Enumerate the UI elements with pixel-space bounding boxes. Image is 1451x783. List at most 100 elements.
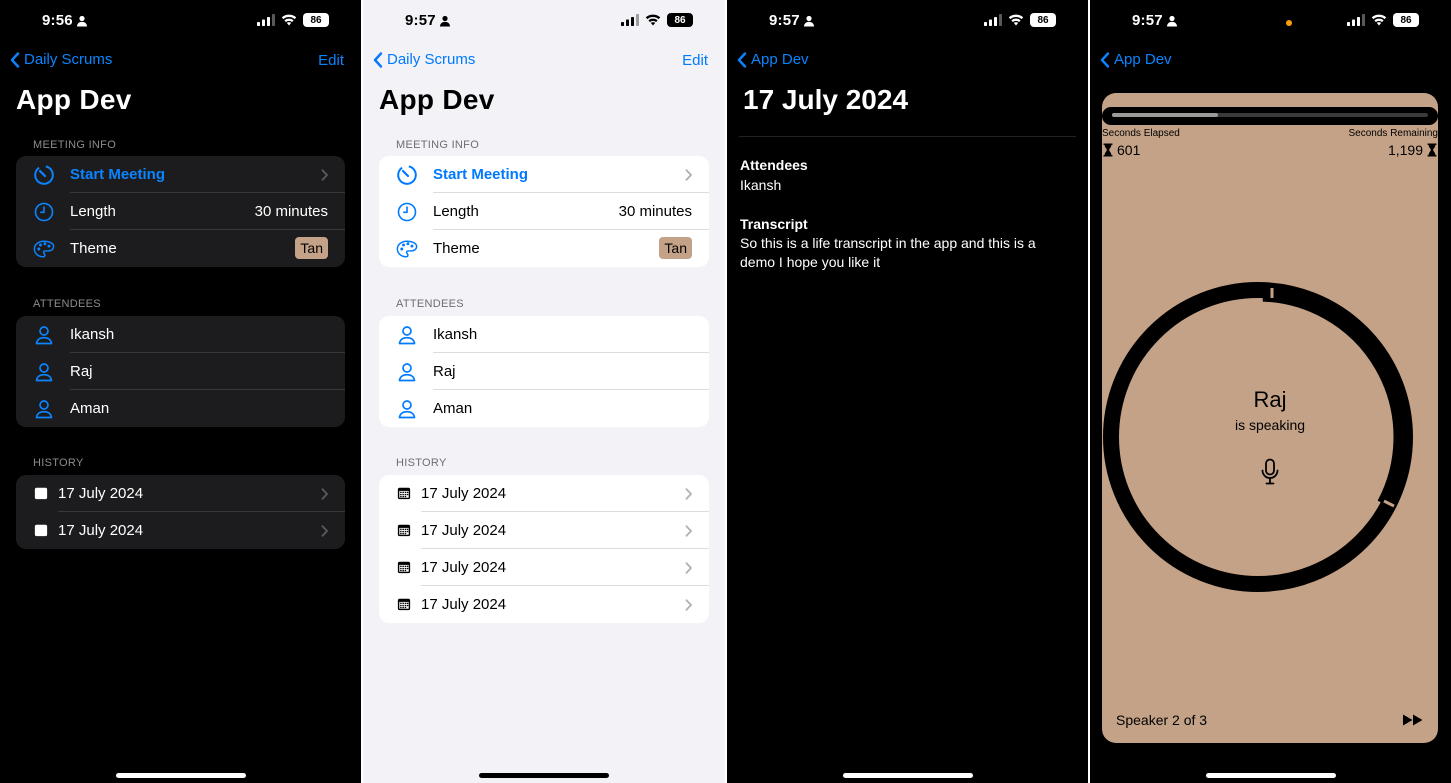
chevron-right-icon: [685, 488, 693, 500]
history-row[interactable]: 17 July 2024: [379, 512, 709, 549]
edit-button[interactable]: Edit: [682, 52, 708, 69]
attendee-row: Aman: [379, 390, 709, 427]
chevron-right-icon: [321, 525, 329, 537]
length-value: 30 minutes: [254, 203, 328, 220]
speaker-count: Speaker 2 of 3: [1116, 712, 1208, 728]
person-icon: [33, 398, 55, 420]
home-indicator[interactable]: [479, 773, 609, 778]
person-icon: [396, 361, 418, 383]
person-icon: [33, 361, 55, 383]
status-bar: 9:57 86: [363, 10, 725, 34]
status-time: 9:57: [1132, 12, 1178, 29]
history-row[interactable]: 17 July 2024: [16, 512, 345, 549]
meeting-info-group: Start Meeting Length 30 minutes Theme Ta…: [379, 156, 709, 267]
history-date: 17 July 2024: [421, 485, 507, 502]
page-title: App Dev: [16, 84, 132, 115]
page-title: 17 July 2024: [743, 84, 909, 115]
calendar-icon: [34, 486, 48, 500]
back-button[interactable]: App Dev: [1100, 51, 1172, 68]
signal-icon: [621, 14, 639, 26]
chevron-left-icon: [737, 52, 747, 68]
meeting-info-group: Start Meeting Length 30 minutes Theme Ta…: [16, 156, 345, 267]
back-label: Daily Scrums: [387, 51, 476, 68]
chevron-left-icon: [373, 52, 383, 68]
attendee-name: Ikansh: [433, 326, 478, 343]
battery-indicator: 86: [1030, 13, 1056, 27]
theme-row: Theme Tan: [16, 230, 345, 267]
wifi-icon: [281, 14, 297, 26]
calendar-icon: [397, 523, 411, 537]
transcript-text-line-1: So this is a life transcript in the app …: [740, 235, 1036, 251]
home-indicator[interactable]: [115, 773, 246, 778]
section-header-attendees: ATTENDEES: [33, 298, 101, 310]
back-label: App Dev: [751, 51, 809, 68]
back-button[interactable]: Daily Scrums: [10, 51, 112, 68]
nav-bar: Daily Scrums Edit: [363, 50, 725, 72]
length-value: 30 minutes: [618, 203, 692, 220]
battery-indicator: 86: [667, 13, 693, 27]
chevron-right-icon: [685, 525, 693, 537]
person-icon: [76, 15, 88, 27]
attendee-row: Ikansh: [379, 316, 709, 353]
status-bar: 9:57 86: [1090, 10, 1451, 34]
battery-indicator: 86: [303, 13, 329, 27]
status-bar: 9:56 86: [0, 10, 361, 34]
history-date: 17 July 2024: [421, 596, 507, 613]
person-icon: [1166, 15, 1178, 27]
theme-label: Theme: [70, 240, 117, 257]
attendee-row: Raj: [16, 353, 345, 390]
mic-icon: [1259, 458, 1281, 486]
start-meeting-row[interactable]: Start Meeting: [16, 156, 345, 193]
chevron-left-icon: [10, 52, 20, 68]
transcript-heading: Transcript: [740, 216, 808, 232]
section-header-history: HISTORY: [33, 457, 84, 469]
attendee-name: Aman: [433, 400, 473, 417]
person-icon: [396, 398, 418, 420]
history-row[interactable]: 17 July 2024: [16, 475, 345, 512]
calendar-icon: [397, 597, 411, 611]
wifi-icon: [1371, 14, 1387, 26]
section-header-attendees: ATTENDEES: [396, 298, 464, 310]
attendees-heading: Attendees: [740, 157, 808, 173]
calendar-icon: [397, 486, 411, 500]
attendee-row: Ikansh: [16, 316, 345, 353]
timer-icon: [396, 164, 418, 186]
forward-icon[interactable]: [1402, 713, 1424, 727]
home-indicator[interactable]: [842, 773, 973, 778]
history-row[interactable]: 17 July 2024: [379, 475, 709, 512]
status-time: 9:57: [769, 12, 815, 29]
timer-ring: [1103, 282, 1413, 592]
battery-indicator: 86: [1393, 13, 1419, 27]
start-meeting-row[interactable]: Start Meeting: [379, 156, 709, 193]
signal-icon: [984, 14, 1002, 26]
back-button[interactable]: Daily Scrums: [373, 51, 475, 68]
divider: [739, 136, 1076, 137]
chevron-right-icon: [685, 599, 693, 611]
history-date: 17 July 2024: [421, 522, 507, 539]
person-icon: [439, 15, 451, 27]
meeting-card: Seconds Elapsed 601 Seconds Remaining 1,…: [1102, 93, 1438, 743]
history-date: 17 July 2024: [58, 485, 144, 502]
nav-bar: App Dev: [1090, 50, 1451, 72]
screen-history-detail: 9:57 86 App Dev 17 July 2024 Attendees I…: [727, 0, 1088, 783]
person-icon: [33, 324, 55, 346]
wifi-icon: [1008, 14, 1024, 26]
history-row[interactable]: 17 July 2024: [379, 549, 709, 586]
theme-row: Theme Tan: [379, 230, 709, 267]
chevron-right-icon: [685, 169, 693, 181]
history-row[interactable]: 17 July 2024: [379, 586, 709, 623]
clock-icon: [396, 201, 418, 223]
transcript-text-line-2: demo I hope you like it: [740, 254, 881, 270]
section-header-meeting-info: MEETING INFO: [396, 139, 480, 151]
nav-bar: App Dev: [727, 50, 1088, 72]
section-header-meeting-info: MEETING INFO: [33, 139, 117, 151]
attendee-name: Raj: [433, 363, 456, 380]
back-button[interactable]: App Dev: [737, 51, 809, 68]
home-indicator[interactable]: [1205, 773, 1336, 778]
attendee-row: Raj: [379, 353, 709, 390]
history-date: 17 July 2024: [421, 559, 507, 576]
clock-icon: [33, 201, 55, 223]
chevron-right-icon: [321, 169, 329, 181]
attendee-name: Ikansh: [70, 326, 115, 343]
edit-button[interactable]: Edit: [318, 52, 344, 69]
